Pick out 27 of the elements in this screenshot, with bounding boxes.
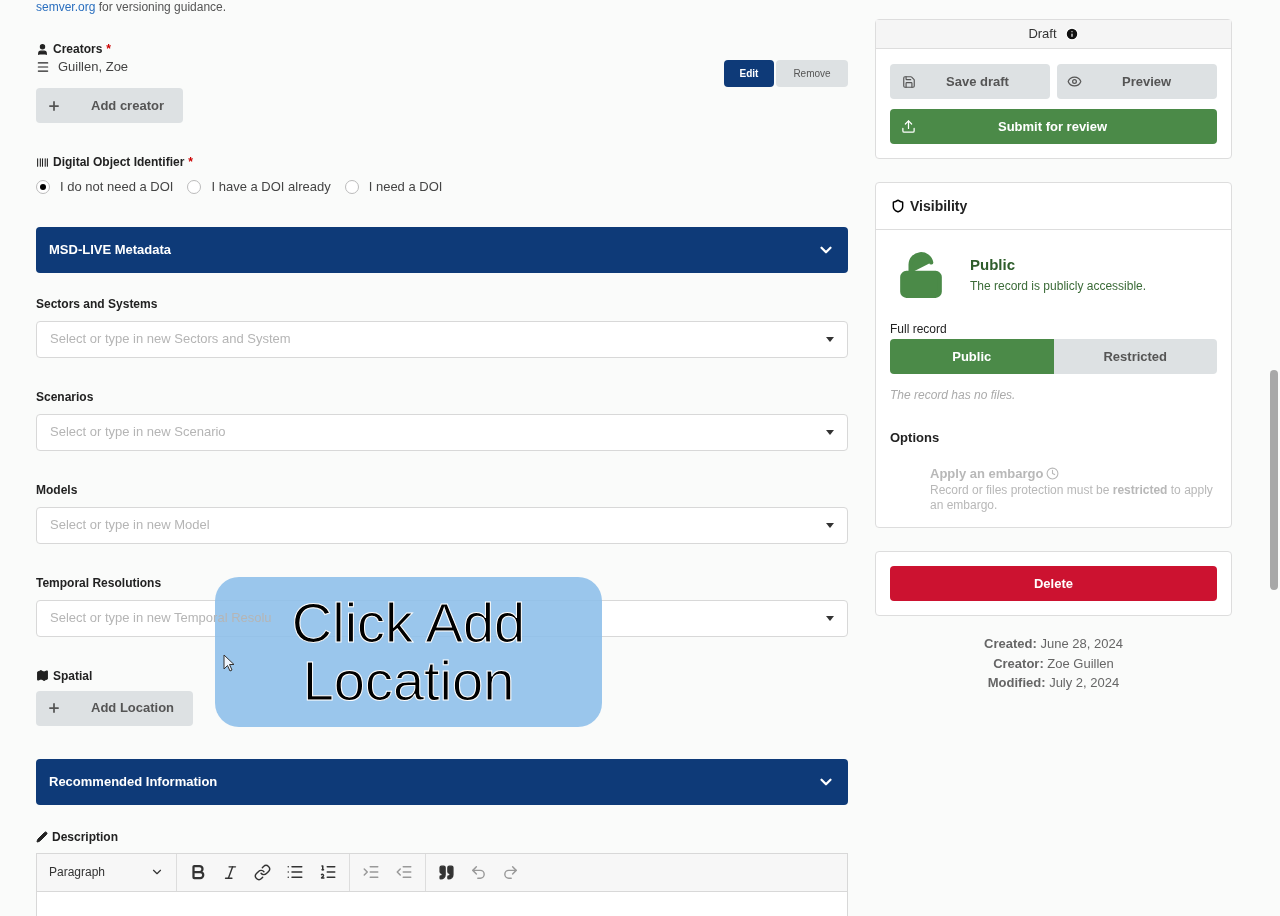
record-meta: Created: June 28, 2024: [984, 635, 1123, 653]
embargo-text: Record or files protection must be restricted to apply an embargo.: [930, 483, 1214, 513]
field-label: Scenarios: [36, 388, 94, 406]
field-label: Models: [36, 481, 78, 499]
no-files-note: The record has no files.: [890, 387, 1017, 404]
status-label: Draft: [1028, 25, 1057, 44]
visibility-description: The record is publicly accessible.: [970, 277, 1147, 295]
options-title: Options: [890, 429, 941, 447]
field-placeholder: Select or type in new Model: [50, 516, 210, 535]
field-label: Spatial: [53, 667, 93, 685]
required-mark: *: [188, 154, 194, 171]
field-placeholder: Select or type in new Sectors and System: [50, 330, 291, 349]
visibility-state: Public: [970, 255, 1016, 275]
field-label: Description: [52, 828, 118, 846]
field-placeholder: Select or type in new Scenario: [50, 423, 226, 442]
record-meta: Modified: July 2, 2024: [987, 674, 1120, 692]
card-title: Visibility: [910, 196, 968, 216]
field-label: Temporal Resolutions: [36, 574, 162, 592]
field-label: Sectors and Systems: [36, 295, 158, 313]
required-mark: *: [106, 41, 112, 58]
help-text: semver.org for versioning guidance.: [36, 0, 227, 14]
field-label: Digital Object Identifier: [53, 154, 185, 171]
full-record-label: Full record: [890, 321, 948, 338]
creator-name: Guillen, Zoe: [58, 58, 129, 77]
field-label: Creators: [53, 41, 103, 58]
record-meta: Creator: Zoe Guillen: [993, 654, 1114, 673]
embargo-title: Apply an embargo: [930, 464, 1044, 483]
